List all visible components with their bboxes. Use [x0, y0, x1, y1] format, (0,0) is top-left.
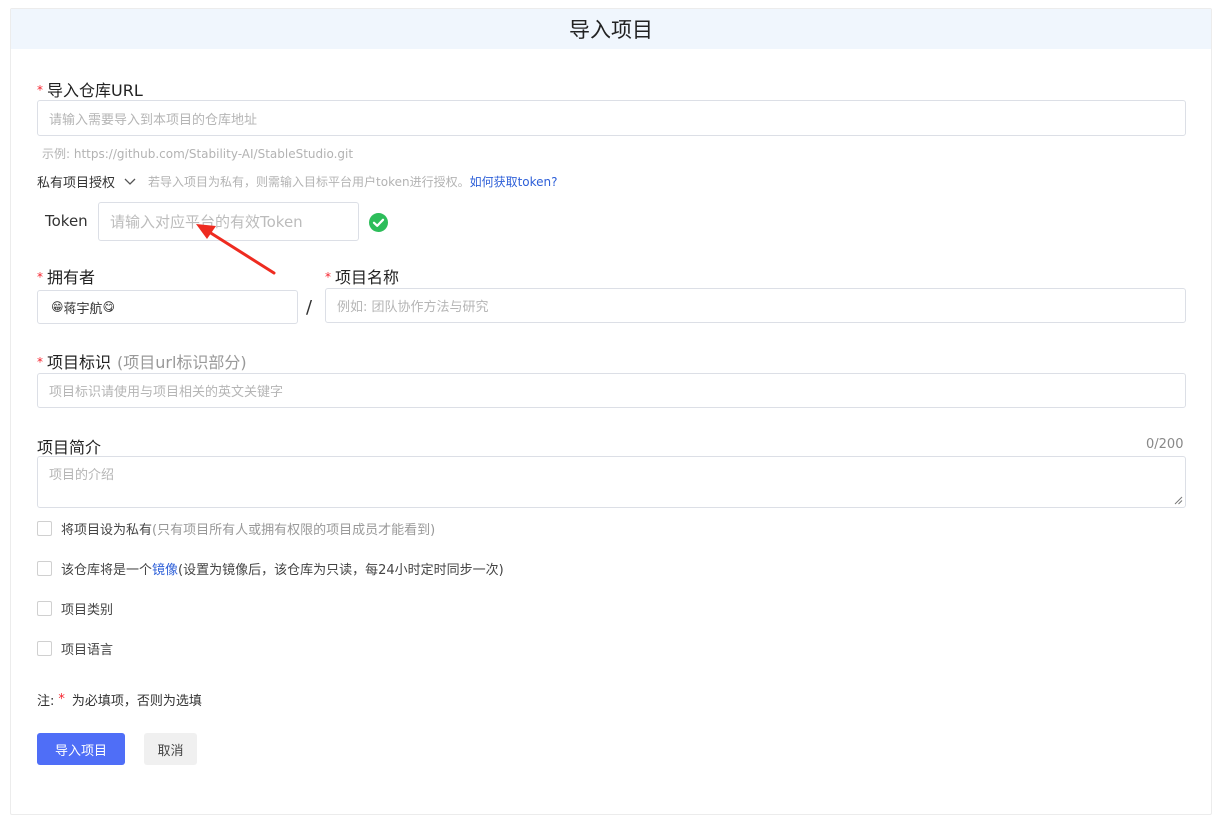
- mirror-checkbox[interactable]: [37, 561, 52, 576]
- private-checkbox[interactable]: [37, 521, 52, 536]
- required-mark: *: [37, 83, 43, 97]
- page-title: 导入项目: [11, 9, 1211, 49]
- project-id-placeholder: 项目标识请使用与项目相关的英文关键字: [49, 385, 284, 400]
- owner-label-text: 拥有者: [47, 268, 96, 287]
- project-language-option[interactable]: 项目语言: [37, 639, 113, 658]
- import-project-button[interactable]: 导入项目: [37, 733, 125, 765]
- annotation-arrow-icon: [196, 224, 276, 275]
- owner-label: * 拥有者: [37, 264, 95, 288]
- mirror-link[interactable]: 镜像: [152, 559, 178, 578]
- description-label: 项目简介: [37, 438, 102, 457]
- project-id-label: * 项目标识 (项目url标识部分): [37, 349, 247, 373]
- category-checkbox[interactable]: [37, 601, 52, 616]
- language-checkbox[interactable]: [37, 641, 52, 656]
- private-auth-row: 私有项目授权 若导入项目为私有，则需输入目标平台用户token进行授权。 如何获…: [37, 172, 558, 191]
- description-char-count: 0/200: [1146, 437, 1184, 452]
- owner-value: 蒋宇航: [63, 301, 103, 317]
- project-name-label: * 项目名称: [325, 264, 399, 288]
- private-project-option[interactable]: 将项目设为私有 (只有项目所有人或拥有权限的项目成员才能看到): [37, 519, 435, 538]
- owner-emoji-right: 😋: [102, 300, 116, 314]
- note-required-mark: *: [58, 692, 65, 707]
- project-name-label-text: 项目名称: [335, 268, 400, 287]
- repo-url-input[interactable]: 请输入需要导入到本项目的仓库地址: [37, 100, 1186, 136]
- project-id-input[interactable]: 项目标识请使用与项目相关的英文关键字: [37, 373, 1186, 408]
- required-mark: *: [37, 355, 43, 369]
- private-option-note: (只有项目所有人或拥有权限的项目成员才能看到): [152, 523, 436, 538]
- token-label: Token: [45, 212, 88, 230]
- mirror-option-text: 该仓库将是一个: [61, 563, 153, 578]
- description-placeholder: 项目的介绍: [49, 468, 115, 483]
- repo-url-label: * 导入仓库URL: [37, 77, 143, 101]
- project-name-placeholder: 例如: 团队协作方法与研究: [337, 300, 489, 315]
- owner-select[interactable]: 😁 蒋宇航 😋: [37, 290, 298, 324]
- private-option-text: 将项目设为私有: [61, 523, 153, 538]
- repo-url-example: 示例: https://github.com/Stability-AI/Stab…: [42, 147, 354, 161]
- required-mark: *: [37, 270, 43, 284]
- mirror-option[interactable]: 该仓库将是一个 镜像 (设置为镜像后，该仓库为只读，每24小时定时同步一次): [37, 559, 504, 578]
- mirror-option-note: (设置为镜像后，该仓库为只读，每24小时定时同步一次): [178, 563, 504, 578]
- private-auth-toggle[interactable]: 私有项目授权: [37, 172, 136, 191]
- repo-url-placeholder: 请输入需要导入到本项目的仓库地址: [49, 112, 258, 128]
- project-id-label-text: 项目标识: [47, 353, 112, 372]
- private-auth-label: 私有项目授权: [37, 176, 116, 191]
- project-id-sublabel: (项目url标识部分): [117, 353, 247, 372]
- required-mark: *: [325, 270, 331, 284]
- cancel-button[interactable]: 取消: [144, 733, 197, 765]
- note-text: 为必填项，否则为选填: [71, 694, 202, 709]
- note-prefix: 注:: [37, 694, 55, 709]
- chevron-down-icon: [124, 178, 136, 186]
- project-name-input[interactable]: 例如: 团队协作方法与研究: [325, 288, 1186, 323]
- owner-name-separator: /: [306, 297, 313, 318]
- category-option-text: 项目类别: [61, 603, 114, 618]
- how-to-get-token-link[interactable]: 如何获取token?: [470, 173, 558, 190]
- language-option-text: 项目语言: [61, 643, 114, 658]
- check-circle-icon: [369, 213, 388, 236]
- description-textarea[interactable]: 项目的介绍: [37, 456, 1186, 508]
- project-category-option[interactable]: 项目类别: [37, 599, 113, 618]
- repo-url-label-text: 导入仓库URL: [47, 81, 143, 100]
- required-note: 注: * 为必填项，否则为选填: [37, 690, 202, 709]
- owner-emoji-left: 😁: [51, 300, 64, 314]
- private-auth-hint: 若导入项目为私有，则需输入目标平台用户token进行授权。: [148, 175, 470, 189]
- resize-handle-icon[interactable]: [1174, 496, 1183, 505]
